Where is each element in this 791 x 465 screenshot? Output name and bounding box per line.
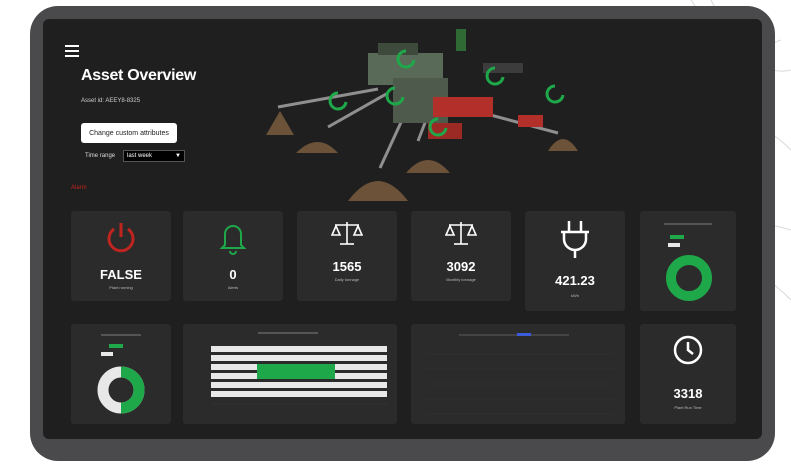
run-time-label: Plant Run Time	[674, 405, 702, 410]
machine-illustration	[266, 29, 578, 201]
monthly-tonnage-card: 3092 Monthly tonnage	[411, 211, 511, 301]
availability-donut-card	[71, 324, 171, 424]
donut-legend-green	[670, 235, 684, 239]
time-range-label: Time range	[85, 153, 116, 159]
daily-tonnage-value: 1565	[332, 259, 362, 274]
line-chart-legend-accent	[517, 333, 531, 336]
donut-legend-green	[109, 344, 123, 348]
run-time-card: 3318 Plant Run Time	[640, 324, 736, 424]
run-time-value: 3318	[673, 386, 703, 401]
donut-legend-white	[668, 243, 680, 247]
power-label: kWh	[571, 293, 579, 298]
plant-running-card: FALSE Plant running	[71, 211, 171, 301]
scale-icon	[331, 222, 363, 245]
clock-icon	[673, 335, 703, 365]
power-card: 421.23 kWh	[525, 211, 625, 311]
menu-icon[interactable]	[65, 45, 79, 57]
plant-running-label: Plant running	[109, 285, 133, 290]
daily-tonnage-card: 1565 Daily tonnage	[297, 211, 397, 301]
power-value: 421.23	[555, 273, 595, 288]
bell-icon	[219, 225, 247, 255]
alerts-value: 0	[229, 267, 237, 282]
time-range-select[interactable]: last week ▼	[123, 150, 185, 162]
plant-running-value: FALSE	[100, 267, 142, 282]
alarm-link[interactable]: Alarm	[71, 185, 87, 191]
scale-icon	[445, 222, 477, 245]
alerts-label: Alerts	[227, 285, 239, 290]
asset-id-label: Asset id: AEEY8-8325	[81, 98, 141, 104]
monthly-tonnage-value: 3092	[446, 259, 476, 274]
chevron-down-icon: ▼	[175, 153, 181, 159]
line-chart-card	[411, 324, 625, 424]
donut-legend-line	[101, 334, 141, 336]
availability-donut-chart	[97, 366, 145, 414]
page-title: Asset Overview	[81, 67, 196, 84]
timeline-chart-card	[183, 324, 397, 424]
change-attributes-button[interactable]: Change custom attributes	[81, 123, 177, 143]
time-range-value: last week	[127, 153, 153, 159]
timeline-chart	[211, 346, 387, 405]
dashboard-screen: Asset Overview Asset id: AEEY8-8325 Chan…	[43, 19, 762, 439]
daily-tonnage-label: Daily tonnage	[334, 277, 360, 282]
line-chart	[425, 353, 615, 415]
power-icon	[107, 223, 135, 253]
timeline-chart-title	[258, 332, 318, 334]
utilization-donut-chart	[666, 255, 712, 301]
monthly-tonnage-label: Monthly tonnage	[446, 277, 476, 282]
alerts-card: 0 Alerts	[183, 211, 283, 301]
donut-legend-white	[101, 352, 113, 356]
plug-icon	[561, 221, 589, 258]
line-chart-legend	[459, 334, 569, 336]
donut-legend-line	[664, 223, 712, 225]
utilization-donut-card	[640, 211, 736, 311]
